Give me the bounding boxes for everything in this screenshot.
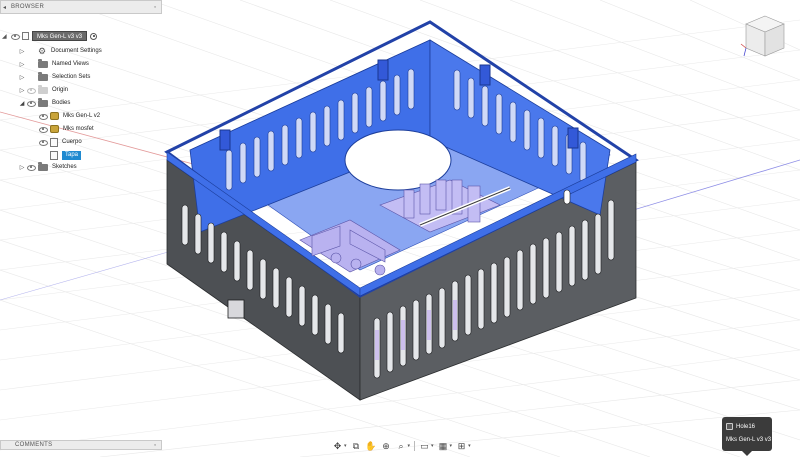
- tree-row-body-tapa[interactable]: Tapa: [38, 149, 82, 161]
- tree-row-document[interactable]: ◢ Mks Gen-L v3 v3: [2, 30, 98, 42]
- tree-label-bodies: Bodies: [52, 100, 71, 106]
- folder-icon: [38, 97, 48, 107]
- view-cube-x-arrow: [740, 43, 747, 49]
- browser-header[interactable]: ◂ BROWSER ◦: [0, 0, 162, 14]
- pan-icon[interactable]: ✋: [365, 441, 376, 452]
- visibility-eye-icon[interactable]: [38, 126, 48, 133]
- visibility-eye-icon[interactable]: [26, 100, 36, 107]
- hole-feature-icon: [726, 423, 733, 430]
- document-name[interactable]: Mks Gen-L v3 v3: [32, 31, 88, 41]
- tree-row-sketches[interactable]: ▷ Sketches: [18, 161, 77, 173]
- expand-right-icon[interactable]: ▷: [18, 87, 26, 94]
- tree-label-cuerpo: Cuerpo: [62, 139, 82, 145]
- browser-panel: ◂ BROWSER ◦ ◢ Mks Gen-L v3 v3 ▷ ⚙ Docume…: [0, 0, 162, 171]
- look-at-icon[interactable]: ⧉: [351, 441, 362, 452]
- visibility-eye-icon[interactable]: [26, 164, 36, 171]
- tree-row-body-mks-mosfet[interactable]: Mks mosfet: [38, 123, 94, 135]
- tree-label-sketches: Sketches: [52, 164, 77, 170]
- view-cube[interactable]: [740, 10, 790, 66]
- document-icon: [22, 32, 29, 40]
- expand-down-icon[interactable]: ◢: [18, 100, 26, 107]
- expand-down-icon[interactable]: ◢: [2, 33, 10, 40]
- folder-icon: [38, 84, 48, 94]
- body-outline-icon: [50, 150, 58, 160]
- comments-title: COMMENTS: [15, 442, 53, 448]
- tree-label-named-views: Named Views: [52, 61, 89, 67]
- z-axis-line-left: [0, 249, 176, 301]
- gear-icon: ⚙: [38, 45, 47, 56]
- usb-port-cutout: [227, 299, 245, 319]
- tree-row-named-views[interactable]: ▷ Named Views: [18, 58, 89, 70]
- comments-panel[interactable]: COMMENTS ◦: [0, 440, 162, 450]
- panel-toggle-icon[interactable]: ◦: [149, 442, 161, 449]
- tree-label-origin: Origin: [52, 87, 69, 93]
- tree-row-selection-sets[interactable]: ▷ Selection Sets: [18, 71, 90, 83]
- enclosure-model[interactable]: [164, 20, 639, 401]
- tree-row-bodies[interactable]: ◢ Bodies: [18, 97, 70, 109]
- browser-title: BROWSER: [11, 4, 45, 10]
- selection-tooltip: Hole16 Mks Gen-L v3 v3: [722, 417, 772, 456]
- small-hole-marker: [563, 189, 571, 205]
- chevron-down-icon[interactable]: ▾: [468, 443, 471, 449]
- body-icon: [50, 112, 59, 120]
- visibility-eye-icon[interactable]: [26, 87, 36, 94]
- body-outline-icon: [50, 137, 58, 147]
- orbit-icon[interactable]: ✥: [332, 441, 343, 452]
- chevron-down-icon[interactable]: ▾: [431, 443, 434, 449]
- folder-icon: [38, 58, 48, 68]
- grid-settings-icon[interactable]: ▦: [438, 441, 449, 452]
- navigation-toolbar: ✥ ▾ ⧉ ✋ ⊕ ⌕ ▾ ▭ ▾ ▦ ▾ ⊞ ▾: [332, 439, 471, 453]
- visibility-eye-icon[interactable]: [10, 33, 20, 40]
- visibility-eye-icon[interactable]: [38, 113, 48, 120]
- viewports-icon[interactable]: ⊞: [456, 441, 467, 452]
- chevron-down-icon[interactable]: ▾: [450, 443, 453, 449]
- display-settings-icon[interactable]: ▭: [419, 441, 430, 452]
- tooltip-feature-name: Hole16: [736, 423, 756, 430]
- oval-cutout: [344, 129, 452, 191]
- expand-right-icon[interactable]: ▷: [18, 48, 26, 55]
- tooltip-component-name: Mks Gen-L v3 v3: [726, 437, 772, 443]
- tree-row-body-cuerpo[interactable]: Cuerpo: [38, 136, 82, 148]
- panel-toggle-icon[interactable]: ◦: [149, 4, 161, 11]
- tree-label-tapa: Tapa: [62, 150, 82, 160]
- tree-label-mks-gen-l: Mks Gen-L v2: [63, 113, 101, 119]
- tree-row-origin[interactable]: ▷ Origin: [18, 84, 68, 96]
- chevron-down-icon[interactable]: ▾: [408, 443, 411, 449]
- body-icon: [50, 125, 59, 133]
- tree-label-document-settings: Document Settings: [51, 48, 102, 54]
- activate-radio-icon[interactable]: [90, 32, 98, 40]
- view-cube-z-arrow: [743, 47, 747, 57]
- expand-right-icon[interactable]: ▷: [18, 164, 26, 171]
- expand-right-icon[interactable]: ▷: [18, 74, 26, 81]
- visibility-eye-icon[interactable]: [38, 139, 48, 146]
- zoom-icon[interactable]: ⊕: [381, 441, 392, 452]
- expand-right-icon[interactable]: ▷: [18, 61, 26, 68]
- toolbar-divider: [414, 441, 416, 451]
- tree-row-body-mks-gen-l[interactable]: Mks Gen-L v2: [38, 110, 100, 122]
- canvas-viewport[interactable]: [0, 0, 800, 457]
- folder-icon: [38, 71, 48, 81]
- tree-label-selection-sets: Selection Sets: [52, 74, 91, 80]
- chevron-down-icon[interactable]: ▾: [344, 443, 347, 449]
- tree-label-mks-mosfet: Mks mosfet: [63, 126, 94, 132]
- tree-row-document-settings[interactable]: ▷ ⚙ Document Settings: [18, 45, 102, 57]
- fit-icon[interactable]: ⌕: [396, 441, 407, 452]
- collapse-arrow-icon[interactable]: ◂: [3, 4, 11, 11]
- folder-icon: [38, 161, 48, 171]
